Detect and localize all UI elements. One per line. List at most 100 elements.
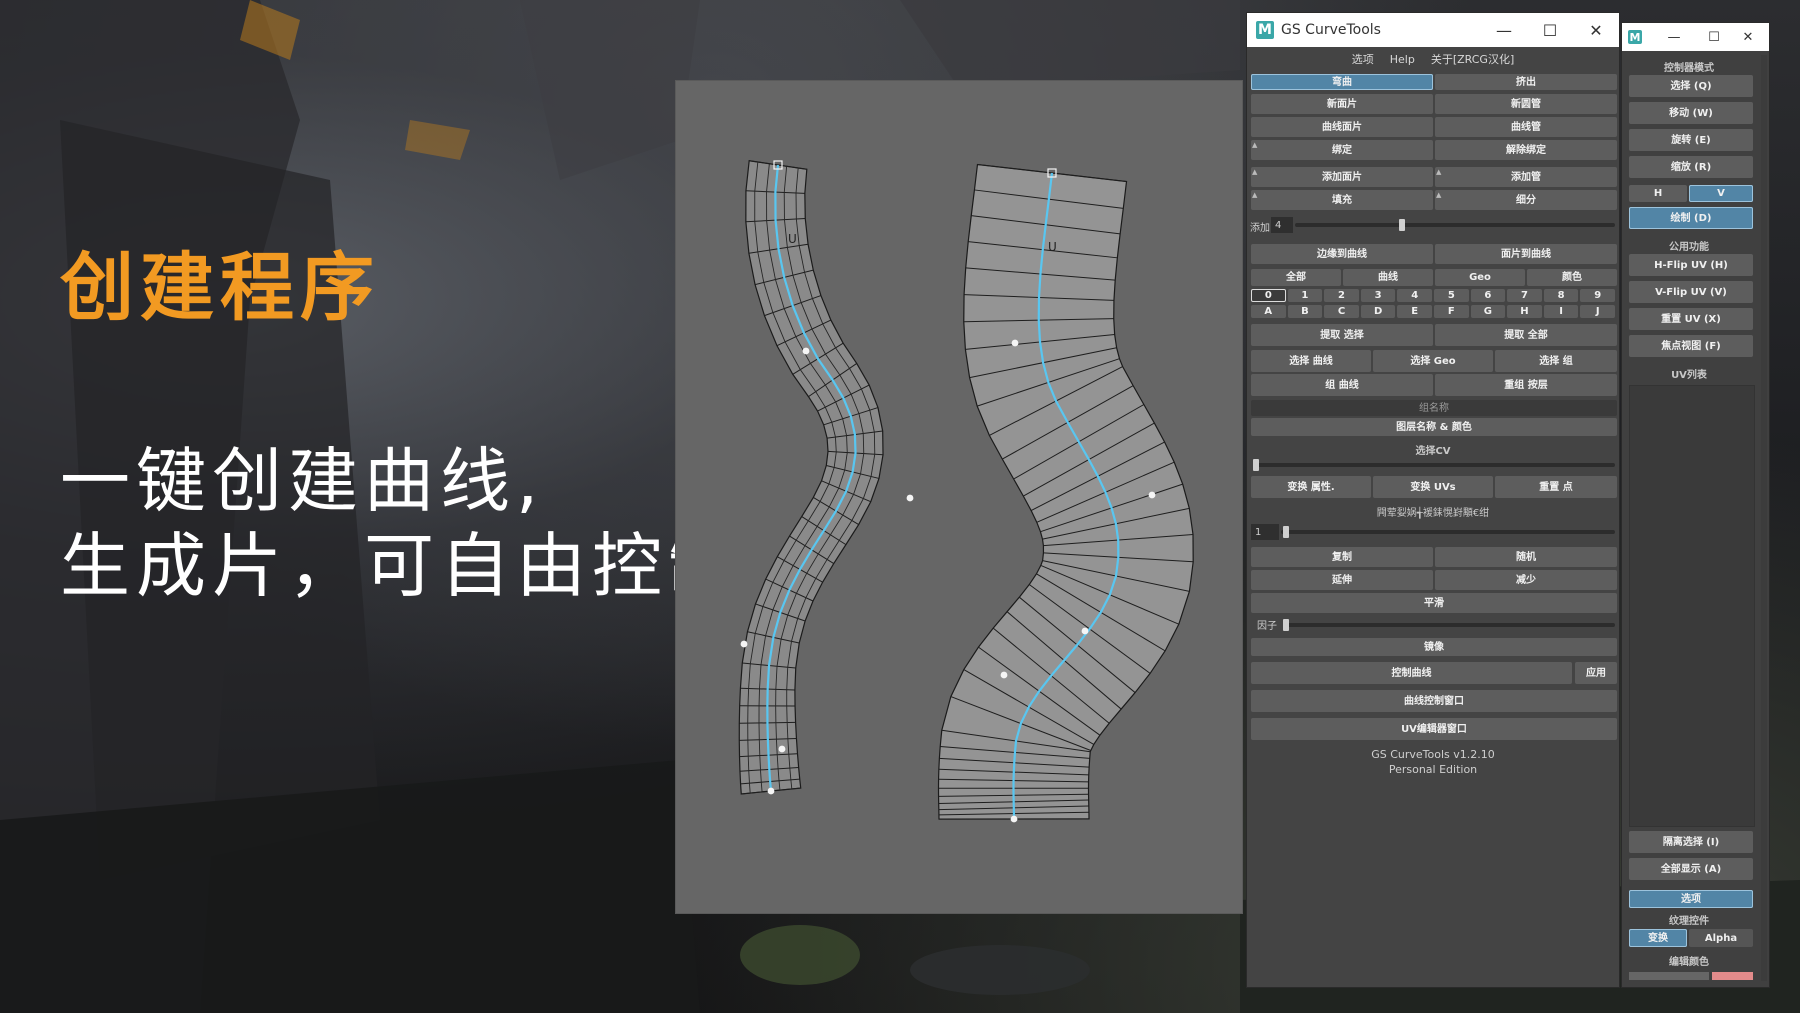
layer-button-b[interactable]: B — [1287, 305, 1323, 318]
maximize-icon[interactable]: ☐ — [1699, 23, 1729, 51]
maximize-icon[interactable]: ☐ — [1527, 13, 1573, 47]
menu-options[interactable]: 选项 — [1352, 51, 1374, 67]
uv-move-button[interactable]: 移动 (W) — [1629, 102, 1753, 124]
uv-options-button[interactable]: 选项 — [1629, 890, 1753, 908]
bind-button[interactable]: 绑定 — [1251, 140, 1433, 160]
factor-slider-handle[interactable] — [1283, 619, 1289, 631]
layer-button-1[interactable]: 1 — [1287, 289, 1323, 302]
card-control-point[interactable] — [1148, 491, 1156, 499]
layer-button-2[interactable]: 2 — [1324, 289, 1359, 302]
card-to-curve-button[interactable]: 面片到曲线 — [1435, 244, 1617, 264]
layer-names-colors-button[interactable]: 图层名称 & 颜色 — [1251, 418, 1617, 436]
mirror-button[interactable]: 镜像 — [1251, 638, 1617, 656]
edit-color-swatch-pink[interactable] — [1712, 972, 1753, 980]
group-curve-button[interactable]: 组 曲线 — [1251, 374, 1433, 396]
layer-button-e[interactable]: E — [1397, 305, 1432, 318]
hflip-uv-button[interactable]: H-Flip UV (H) — [1629, 254, 1753, 276]
close-icon[interactable]: ✕ — [1733, 23, 1763, 51]
layer-button-h[interactable]: H — [1507, 305, 1542, 318]
filter-geo-button[interactable]: Geo — [1435, 269, 1525, 286]
tube-control-point[interactable] — [740, 640, 748, 648]
texture-alpha-button[interactable]: Alpha — [1689, 929, 1753, 947]
extract-all-button[interactable]: 提取 全部 — [1435, 324, 1617, 346]
focus-view-button[interactable]: 焦点视图 (F) — [1629, 335, 1753, 357]
tube-control-point[interactable] — [778, 745, 786, 753]
new-card-button[interactable]: 新面片 — [1251, 94, 1433, 114]
select-geo-button[interactable]: 选择 Geo — [1373, 350, 1493, 372]
layer-button-g[interactable]: G — [1470, 305, 1506, 318]
select-cv-slider-handle[interactable] — [1253, 459, 1259, 471]
duplicate-count-field[interactable]: 1 — [1251, 524, 1279, 540]
card-end-control-point[interactable] — [1010, 815, 1018, 823]
transfer-uvs-button[interactable]: 变换 UVs — [1373, 476, 1493, 498]
select-cv-slider-track[interactable] — [1253, 463, 1615, 467]
randomize-button[interactable]: 随机 — [1435, 547, 1617, 567]
layer-button-7[interactable]: 7 — [1507, 289, 1542, 302]
duplicate-button[interactable]: 复制 — [1251, 547, 1433, 567]
layer-button-i[interactable]: I — [1543, 305, 1579, 318]
select-curve-button[interactable]: 选择 曲线 — [1251, 350, 1371, 372]
close-icon[interactable]: ✕ — [1573, 13, 1619, 47]
extract-selected-button[interactable]: 提取 选择 — [1251, 324, 1433, 346]
title-bar[interactable]: M GS CurveTools — ☐ ✕ — [1247, 13, 1619, 47]
add-slider-track[interactable] — [1295, 223, 1615, 227]
control-curve-button[interactable]: 控制曲线 — [1251, 662, 1572, 684]
filter-color-button[interactable]: 颜色 — [1527, 269, 1617, 286]
3d-viewport[interactable]: U U — [676, 81, 1242, 913]
tube-control-point[interactable] — [906, 494, 914, 502]
transfer-attr-button[interactable]: 变换 属性. — [1251, 476, 1371, 498]
extend-button[interactable]: 延伸 — [1251, 570, 1433, 590]
card-control-point[interactable] — [1000, 671, 1008, 679]
uv-scrollbar[interactable] — [1761, 55, 1767, 981]
add-tube-button[interactable]: 添加管 — [1435, 167, 1617, 187]
curve-card-button[interactable]: 曲线面片 — [1251, 117, 1433, 137]
layer-button-6[interactable]: 6 — [1470, 289, 1506, 302]
layer-button-j[interactable]: J — [1580, 305, 1615, 318]
vflip-uv-button[interactable]: V-Flip UV (V) — [1629, 281, 1753, 303]
smooth-button[interactable]: 平滑 — [1251, 593, 1617, 613]
uv-editor-window-button[interactable]: UV编辑器窗口 — [1251, 718, 1617, 740]
layer-button-9[interactable]: 9 — [1580, 289, 1615, 302]
extrude-button[interactable]: 挤出 — [1435, 74, 1617, 90]
reset-pivot-button[interactable]: 重置 点 — [1495, 476, 1617, 498]
curve-tube-button[interactable]: 曲线管 — [1435, 117, 1617, 137]
layer-button-0[interactable]: 0 — [1251, 289, 1286, 302]
edit-color-swatch-grey[interactable] — [1629, 972, 1709, 980]
tube-end-control-point[interactable] — [767, 787, 775, 795]
uv-draw-button[interactable]: 绘制 (D) — [1629, 207, 1753, 229]
uv-scale-button[interactable]: 缩放 (R) — [1629, 156, 1753, 178]
factor-slider-track[interactable] — [1283, 623, 1615, 627]
select-group-button[interactable]: 选择 组 — [1495, 350, 1617, 372]
isolate-select-button[interactable]: 隔离选择 (I) — [1629, 831, 1753, 853]
filter-curve-button[interactable]: 曲线 — [1343, 269, 1433, 286]
warp-button[interactable]: 弯曲 — [1251, 74, 1433, 90]
card-control-point[interactable] — [1081, 627, 1089, 635]
layer-button-d[interactable]: D — [1360, 305, 1396, 318]
menu-about[interactable]: 关于[ZRCG汉化] — [1431, 51, 1514, 67]
apply-button[interactable]: 应用 — [1575, 662, 1617, 684]
layer-button-f[interactable]: F — [1434, 305, 1469, 318]
regroup-by-layer-button[interactable]: 重组 按层 — [1435, 374, 1617, 396]
layer-button-a[interactable]: A — [1251, 305, 1286, 318]
filter-all-button[interactable]: 全部 — [1251, 269, 1341, 286]
uv-rotate-button[interactable]: 旋转 (E) — [1629, 129, 1753, 151]
minimize-icon[interactable]: — — [1659, 23, 1689, 51]
layer-button-8[interactable]: 8 — [1543, 289, 1579, 302]
card-control-point[interactable] — [1011, 339, 1019, 347]
add-card-button[interactable]: 添加面片 — [1251, 167, 1433, 187]
add-count-field[interactable]: 4 — [1271, 217, 1293, 233]
minimize-icon[interactable]: — — [1481, 13, 1527, 47]
texture-transform-button[interactable]: 变换 — [1629, 929, 1687, 947]
uv-h-toggle[interactable]: H — [1629, 185, 1687, 202]
uv-v-toggle[interactable]: V — [1689, 185, 1753, 202]
tube-control-point[interactable] — [802, 347, 810, 355]
layer-button-4[interactable]: 4 — [1397, 289, 1432, 302]
add-slider-handle[interactable] — [1399, 219, 1405, 231]
layer-button-c[interactable]: C — [1324, 305, 1359, 318]
uv-title-bar[interactable]: M — ☐ ✕ — [1622, 23, 1769, 51]
unbind-button[interactable]: 解除绑定 — [1435, 140, 1617, 160]
new-tube-button[interactable]: 新圆管 — [1435, 94, 1617, 114]
reset-uv-button[interactable]: 重置 UV (X) — [1629, 308, 1753, 330]
reduce-button[interactable]: 减少 — [1435, 570, 1617, 590]
group-name-field[interactable]: 组名称 — [1251, 400, 1617, 416]
